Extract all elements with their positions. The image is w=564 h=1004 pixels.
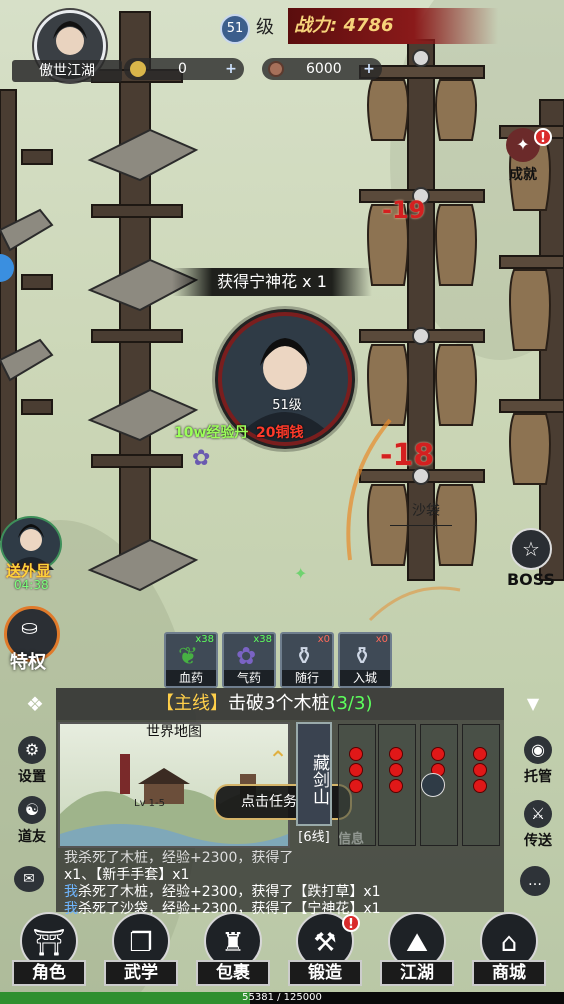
settings-button[interactable]: ⚙ 设置 <box>12 736 52 786</box>
chat-icon[interactable]: … <box>520 866 550 896</box>
quest-progress: (3/3) <box>329 693 373 714</box>
currency-b-value: 6000 <box>306 61 342 77</box>
item-label: 气药 <box>224 670 274 686</box>
gear-icon: ⚙ <box>18 736 46 764</box>
game-scene: 傲世江湖 0 + 6000 + 51 级 战力: 4786 ✦ 成就 ! ☆ B… <box>0 0 564 1004</box>
nav-label: 商城 <box>472 960 546 986</box>
teleport-label: 传送 <box>524 833 552 849</box>
money-reward-text: 20铜钱 <box>256 425 304 441</box>
friends-label: 道友 <box>18 829 46 845</box>
item-count: x38 <box>195 634 214 645</box>
coin-icon <box>268 61 284 77</box>
ingot-icon <box>130 61 146 77</box>
item-slot[interactable]: ❦ x38 血药 <box>164 632 218 688</box>
item-count: x0 <box>317 634 330 645</box>
nav-label: 包裹 <box>196 960 270 986</box>
forge-alert-badge: ! <box>342 914 360 932</box>
main-quest-bar[interactable]: 【主线】击破3个木桩(3/3) <box>56 688 504 720</box>
teleport-button[interactable]: ⚔ 传送 <box>518 800 558 850</box>
item-label: 血药 <box>166 670 216 686</box>
log-text: 杀死了木桩，经验+2300，获得了【跌打草】x1 <box>78 884 381 900</box>
auto-button[interactable]: ◉ 托管 <box>518 736 558 786</box>
item-slot[interactable]: ✿ x38 气药 <box>222 632 276 688</box>
privilege-label: 特权 <box>10 652 46 673</box>
item-slot[interactable]: ⚱ x0 入城 <box>338 632 392 688</box>
currency-a-value: 0 <box>178 61 187 77</box>
item-count: x0 <box>375 634 388 645</box>
quest-text: 击破3个木桩 <box>228 693 330 714</box>
friends-icon: ☯ <box>18 796 46 824</box>
player-column <box>338 724 376 846</box>
leaf-icon: ❦ <box>178 642 199 670</box>
nav-shop[interactable]: ⌂ 商城 <box>464 912 554 992</box>
nav-character[interactable]: ⛩ 角色 <box>4 912 94 992</box>
add-currency-b-button[interactable]: + <box>360 58 378 80</box>
friends-button[interactable]: ☯ 道友 <box>12 796 52 846</box>
nav-label: 锻造 <box>288 960 362 986</box>
sparkle-icon: ✦ <box>294 564 308 583</box>
nav-jianghu[interactable]: ⛰ 江湖 <box>372 912 462 992</box>
damage-number: -19 <box>382 196 426 224</box>
nav-martial-arts[interactable]: ❐ 武学 <box>96 912 186 992</box>
world-map-title: 世界地图 <box>146 724 202 740</box>
item-label: 入城 <box>340 670 390 686</box>
treasure-icon: ⛀ <box>21 615 38 639</box>
server-line[interactable]: [6线] <box>294 826 334 845</box>
collapse-arrow-icon[interactable]: ▼ <box>522 694 544 714</box>
add-currency-a-button[interactable]: + <box>222 58 240 80</box>
log-line: x1、【新手手套】x1 <box>64 867 190 883</box>
nav-inventory[interactable]: ♜ 包裹 <box>188 912 278 992</box>
player-column <box>462 724 500 846</box>
pentagram-icon: ☆ <box>510 528 552 570</box>
combat-power: 战力: 4786 <box>288 8 498 44</box>
achievement-label: 成就 <box>509 167 537 183</box>
exp-reward-text: 10w经验丹 <box>174 425 249 441</box>
sword-icon: ⚔ <box>524 800 552 828</box>
mail-icon[interactable]: ✉ <box>14 866 44 892</box>
hero-level-label: 51级 <box>272 398 302 413</box>
player-column <box>420 724 458 846</box>
gamepad-icon: ◉ <box>524 736 552 764</box>
battle-log[interactable]: 我杀死了木桩，经验+2300，获得了 x1、【新手手套】x1 我杀死了木桩，经验… <box>56 850 504 917</box>
target-nameplate: 沙袋 <box>390 496 452 526</box>
damage-number: -18 <box>380 438 435 473</box>
boss-label: BOSS <box>506 570 556 589</box>
player-column <box>378 724 416 846</box>
player-name: 傲世江湖 <box>12 60 122 82</box>
exp-text: 55381 / 125000 <box>242 992 322 1003</box>
level-badge: 51 <box>220 14 250 44</box>
scroll-icon: ⚱ <box>352 642 373 670</box>
nav-label: 角色 <box>12 960 86 986</box>
log-line: 我杀死了木桩，经验+2300，获得了【跌打草】x1 <box>64 884 504 901</box>
currency-b-display: 6000 + <box>262 58 382 80</box>
scroll-icon: ⚱ <box>294 642 315 670</box>
currency-a-display: 0 + <box>124 58 244 80</box>
expand-diamond-icon[interactable]: ❖ <box>20 692 50 718</box>
item-count: x38 <box>253 634 272 645</box>
up-arrow-icon[interactable]: ⌃ <box>268 746 296 776</box>
map-level-range: Lv 1-5 <box>134 798 166 809</box>
herb-drop-icon[interactable]: ✿ <box>192 446 222 476</box>
item-label: 随行 <box>282 670 332 686</box>
nav-label: 江湖 <box>380 960 454 986</box>
nav-label: 武学 <box>104 960 178 986</box>
achievement-alert-badge: ! <box>534 128 552 146</box>
level-suffix: 级 <box>256 17 274 38</box>
quest-tag: 【主线】 <box>156 693 228 714</box>
settings-label: 设置 <box>18 769 46 785</box>
auto-label: 托管 <box>524 769 552 785</box>
item-slot[interactable]: ⚱ x0 随行 <box>280 632 334 688</box>
lavender-icon: ✿ <box>236 642 257 670</box>
player-marker-icon <box>421 773 445 797</box>
log-line: 我杀死了木桩，经验+2300，获得了 <box>64 850 294 866</box>
target-name: 沙袋 <box>412 503 440 519</box>
log-actor: 我 <box>64 884 78 900</box>
zone-name[interactable]: 藏剑山 <box>296 722 332 826</box>
reward-toast: 获得宁神花 x 1 <box>172 268 372 296</box>
escort-timer: 04:38 <box>14 578 49 592</box>
